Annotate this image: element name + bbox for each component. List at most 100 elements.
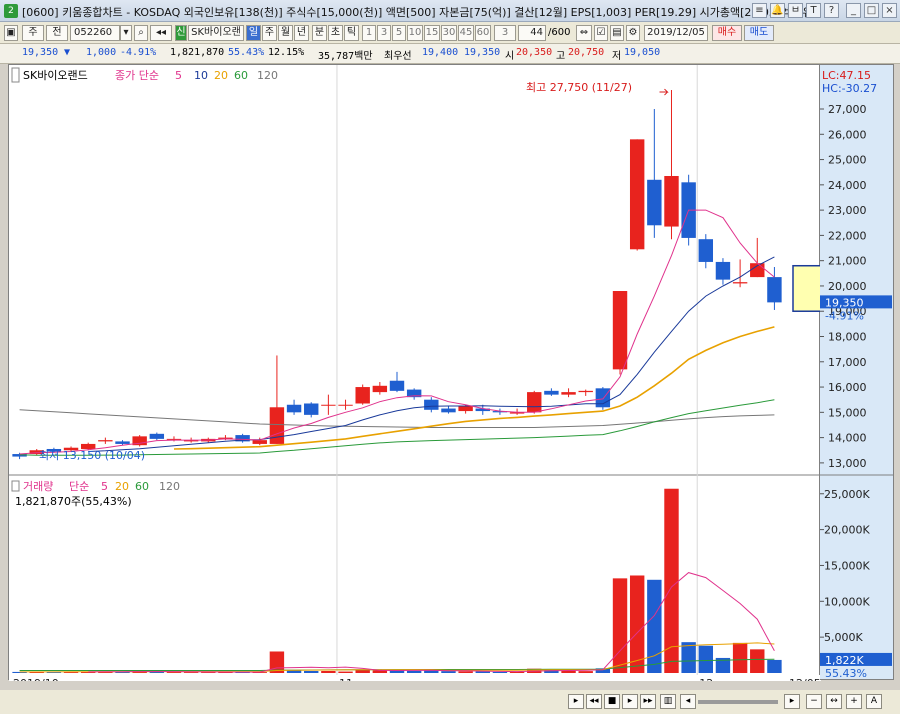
rewind-icon[interactable]: ◂◂ (586, 694, 602, 709)
layout-icon[interactable]: ▣ (4, 25, 18, 41)
price-tag: 19,350 (825, 296, 864, 309)
bar-chart-icon[interactable]: ▥ (660, 694, 676, 709)
chart-panel[interactable]: SK바이오랜드 종가 단순 5 10 20 60 120 최고 27,750 (… (8, 64, 822, 690)
scroll-end-icon[interactable]: ▸ (784, 694, 800, 709)
price-tick-label: 22,000 (828, 229, 867, 242)
close-button[interactable]: × (882, 3, 897, 18)
volume-bar (509, 671, 525, 673)
volume-bar (750, 649, 765, 673)
interval-30[interactable]: 30 (441, 25, 457, 41)
minimize-button[interactable]: _ (846, 3, 861, 18)
vol-legend-ma-label: 단순 (69, 480, 89, 493)
market-select[interactable]: 주 (22, 25, 44, 41)
play-icon[interactable]: ▸ (622, 694, 638, 709)
candle-body (561, 392, 576, 395)
save-icon[interactable]: ▤ (610, 25, 624, 41)
axis-svg: LC:47.15 HC:-30.27 27,000 26,000 25,000 24,… (820, 69, 894, 680)
candle-body (115, 441, 130, 444)
stock-name-field[interactable]: SK바이오랜 (188, 25, 244, 41)
candle-body (664, 175, 679, 227)
price-tick-label: 25,000 (828, 154, 867, 167)
interval-custom[interactable]: 3 (494, 25, 516, 41)
interval-45[interactable]: 45 (458, 25, 474, 41)
gear-icon[interactable]: ⚙ (626, 25, 640, 41)
interval-3[interactable]: 3 (377, 25, 391, 41)
vol-legend-ma60: 60 (135, 480, 149, 493)
period-tick[interactable]: 틱 (344, 25, 359, 41)
maximize-button[interactable]: □ (864, 3, 879, 18)
zoom-in-icon[interactable]: + (846, 694, 862, 709)
volume-bar (458, 671, 473, 673)
price-tick-label: 24,000 (828, 179, 867, 192)
high-price: 20,750 (568, 47, 605, 58)
volume-bar (561, 670, 576, 673)
search-icon[interactable]: ⌕ (134, 25, 148, 41)
ask-price: 19,400 (422, 47, 459, 58)
candle-body (441, 408, 456, 413)
open-price: 20,350 (516, 47, 553, 58)
interval-15[interactable]: 15 (424, 25, 440, 41)
menu-icon[interactable]: ≡ (752, 3, 767, 18)
chevron-down-icon[interactable]: ▾ (120, 25, 132, 41)
chart-svg[interactable]: SK바이오랜드 종가 단순 5 10 20 60 120 최고 27,750 (… (9, 65, 822, 690)
legend-ma60: 60 (234, 69, 248, 82)
x-tick-label: 2019/10 (13, 677, 59, 681)
pin-icon[interactable]: ㅂ (788, 3, 803, 18)
zoom-out-icon[interactable]: − (806, 694, 822, 709)
best-quote-label: 최우선 (384, 51, 412, 62)
stop-icon[interactable]: ■ (604, 694, 620, 709)
interval-1[interactable]: 1 (362, 25, 376, 41)
legend-ma10: 10 (194, 69, 208, 82)
price-tick-label: 13,000 (828, 457, 867, 470)
help-icon[interactable]: ? (824, 3, 839, 18)
period-second[interactable]: 초 (328, 25, 343, 41)
change-percent: -4.91% (120, 47, 157, 58)
period-year[interactable]: 년 (294, 25, 309, 41)
fast-forward-icon[interactable]: ▸▸ (640, 694, 656, 709)
period-day[interactable]: 일 (246, 25, 261, 41)
x-tick-label: 11 (339, 677, 353, 681)
zoom-fit-icon[interactable]: ↔ (826, 694, 842, 709)
interval-60[interactable]: 60 (475, 25, 491, 41)
ma120-line (19, 409, 775, 428)
candle-body (544, 390, 559, 395)
font-icon[interactable]: T (806, 3, 821, 18)
volume-bar (492, 671, 508, 673)
zoom-icon[interactable]: ⇔ (576, 25, 592, 41)
sound-icon[interactable]: ◂◂ (150, 25, 172, 41)
font-size-icon[interactable]: A (866, 694, 882, 709)
scroll-left-icon[interactable]: ◂ (680, 694, 696, 709)
range-box (792, 264, 822, 312)
low-price: 19,050 (624, 47, 661, 58)
current-price: 19,350 (22, 47, 59, 58)
candle-body (286, 404, 302, 413)
scope-select[interactable]: 전 (46, 25, 68, 41)
x-tick-label: 12/05 (789, 677, 821, 681)
candle-body (629, 139, 645, 250)
price-tick-label: 23,000 (828, 204, 867, 217)
open-label: 시 (505, 51, 515, 62)
interval-5[interactable]: 5 (392, 25, 406, 41)
date-input[interactable]: 2019/12/05 (644, 25, 708, 41)
candle-body (252, 440, 267, 444)
scroll-right-icon[interactable]: ▸ (568, 694, 584, 709)
candle-body (269, 407, 285, 444)
interval-10[interactable]: 10 (407, 25, 423, 41)
period-minute[interactable]: 분 (312, 25, 327, 41)
buy-button[interactable]: 매수 (712, 25, 742, 41)
price-change: 1,000 (86, 47, 117, 58)
candle-body (698, 239, 714, 262)
price-tick-label: 18,000 (828, 331, 867, 344)
code-input[interactable]: 052260 (70, 25, 120, 41)
sell-button[interactable]: 매도 (744, 25, 774, 41)
count-input[interactable]: 44 (518, 25, 546, 41)
low-label: 저 (612, 51, 622, 62)
legend-ma20: 20 (214, 69, 228, 82)
zoom-slider[interactable] (698, 700, 778, 704)
checklist-icon[interactable]: ☑ (594, 25, 608, 41)
period-week[interactable]: 주 (262, 25, 277, 41)
bell-icon[interactable]: 🔔 (770, 3, 785, 18)
price-axis-panel[interactable]: LC:47.15 HC:-30.27 27,000 26,000 25,000 24,… (820, 64, 894, 680)
volume-bar (321, 670, 336, 673)
period-month[interactable]: 월 (278, 25, 293, 41)
